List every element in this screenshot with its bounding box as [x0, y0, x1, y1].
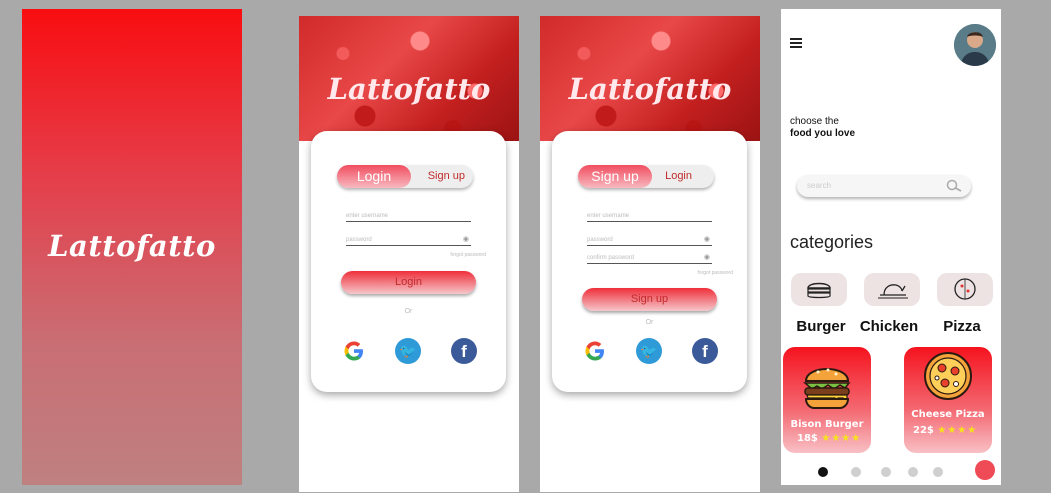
brand-logo-text: Lattofatto [48, 229, 216, 263]
password-field[interactable]: password ◉ [587, 235, 712, 246]
avatar[interactable] [954, 24, 996, 66]
pager-dot-4[interactable] [908, 467, 918, 477]
home-screen: choose the food you love search categori… [781, 9, 1001, 485]
category-pizza-chip[interactable] [937, 273, 993, 306]
auth-toggle: Login Sign up [337, 165, 473, 188]
food-price-rating: 22$ ★★★★ [913, 425, 977, 436]
or-divider: Or [645, 319, 654, 326]
food-name: Cheese Pizza [911, 409, 985, 420]
fab-button[interactable] [975, 460, 995, 480]
password-placeholder: password [346, 237, 372, 243]
category-chicken-chip[interactable] [864, 273, 920, 306]
forgot-password-link[interactable]: forgot password [450, 252, 486, 258]
category-burger-chip[interactable] [791, 273, 847, 306]
tab-login[interactable]: Login [337, 165, 411, 188]
password-placeholder: password [587, 237, 613, 243]
signup-button[interactable]: Sign up [582, 288, 717, 311]
username-field[interactable]: enter username [587, 213, 712, 222]
food-card-cheese-pizza[interactable]: Cheese Pizza 22$ ★★★★ [904, 347, 992, 453]
facebook-icon[interactable]: f [451, 338, 477, 364]
splash-screen: Lattofatto [22, 9, 242, 485]
hero-image: Lattofatto [299, 16, 519, 141]
search-icon[interactable] [945, 179, 963, 193]
tab-signup[interactable]: Sign up [578, 165, 652, 188]
burger-icon [807, 282, 831, 299]
tab-login[interactable]: Login [665, 165, 692, 188]
tab-signup[interactable]: Sign up [428, 165, 465, 188]
auth-toggle: Sign up Login [578, 165, 714, 188]
burger-icon [802, 368, 851, 409]
signup-screen: Lattofatto Sign up Login enter username … [540, 16, 760, 492]
brand-logo-text: Lattofatto [568, 72, 732, 106]
category-label-pizza: Pizza [943, 318, 981, 335]
forgot-password-link[interactable]: forgot password [697, 270, 733, 276]
password-field[interactable]: password ◉ [346, 235, 471, 246]
food-price: 22$ [913, 425, 934, 436]
star-rating-icon: ★★★★ [937, 425, 978, 436]
pager-dot-2[interactable] [851, 467, 861, 477]
category-label-chicken: Chicken [859, 318, 919, 335]
signup-card: Sign up Login enter username password ◉ … [552, 131, 747, 392]
category-label-burger: Burger [796, 318, 846, 335]
pager-dot-3[interactable] [881, 467, 891, 477]
hero-image: Lattofatto [540, 16, 760, 141]
search-input[interactable]: search [797, 175, 971, 197]
food-card-bison-burger[interactable]: Bison Burger 18$ ★★★★ [783, 347, 871, 453]
hamburger-menu-icon[interactable] [790, 38, 802, 50]
eye-icon[interactable]: ◉ [463, 235, 469, 243]
confirm-password-field[interactable]: confirm password ◉ [587, 253, 712, 264]
food-price: 18$ [797, 433, 818, 444]
chicken-icon [878, 284, 908, 299]
categories-title: categories [790, 232, 874, 252]
star-rating-icon: ★★★★ [821, 433, 862, 444]
login-button[interactable]: Login [341, 271, 476, 294]
search-placeholder: search [807, 181, 832, 190]
pizza-icon [954, 278, 976, 300]
food-name: Bison Burger [790, 419, 864, 430]
food-price-rating: 18$ ★★★★ [797, 433, 861, 444]
google-icon[interactable] [582, 338, 608, 364]
login-screen: Lattofatto Login Sign up enter username … [299, 16, 519, 492]
username-field[interactable]: enter username [346, 213, 471, 222]
eye-icon[interactable]: ◉ [704, 235, 710, 243]
twitter-icon[interactable]: 🐦 [395, 338, 421, 364]
tagline-line1: choose the [790, 116, 839, 127]
login-card: Login Sign up enter username password ◉ … [311, 131, 506, 392]
eye-icon[interactable]: ◉ [704, 253, 710, 261]
facebook-icon[interactable]: f [692, 338, 718, 364]
pager-dot-5[interactable] [933, 467, 943, 477]
pager-dot-1[interactable] [818, 467, 828, 477]
tagline-line2: food you love [790, 128, 855, 139]
confirm-password-placeholder: confirm password [587, 255, 635, 261]
twitter-icon[interactable]: 🐦 [636, 338, 662, 364]
or-divider: Or [404, 308, 413, 315]
brand-logo-text: Lattofatto [327, 72, 491, 106]
pizza-icon [924, 352, 972, 400]
google-icon[interactable] [341, 338, 367, 364]
